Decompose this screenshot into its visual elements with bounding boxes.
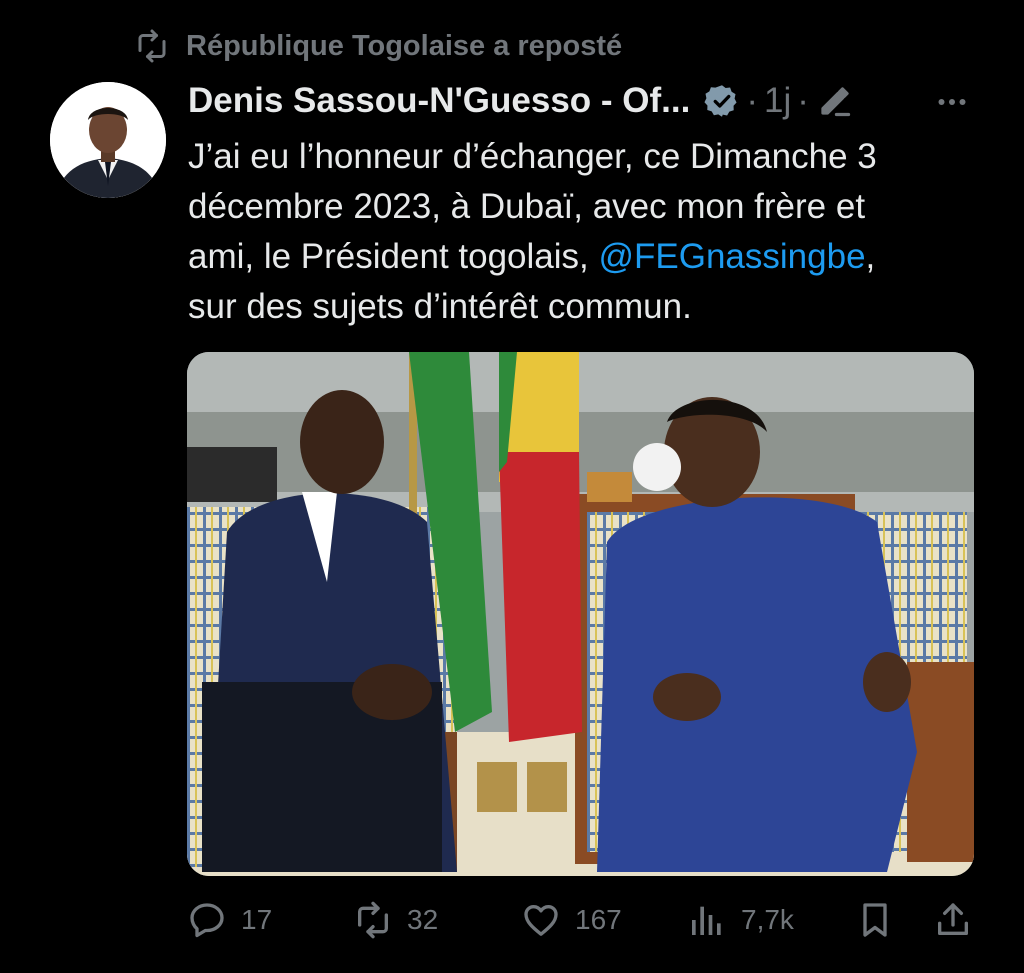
- repost-icon: [138, 29, 166, 63]
- tweet-photo[interactable]: [187, 352, 974, 876]
- tweet-text-line: décembre 2023, à Dubaï, avec mon frère e…: [188, 187, 866, 226]
- like-count: 167: [575, 904, 622, 935]
- repost-button[interactable]: 32: [353, 890, 438, 950]
- tweet-text: J’ai eu l’honneur d’échanger, ce Dimanch…: [188, 132, 988, 332]
- meta-separator: ·: [746, 81, 758, 120]
- repost-count: 32: [407, 904, 439, 935]
- tweet-text-line: ami, le Président togolais, @FEGnassingb…: [188, 232, 988, 282]
- action-bar: 17 32 167 7,7k: [187, 890, 977, 950]
- bookmark-icon: [863, 903, 887, 937]
- edit-icon[interactable]: [817, 83, 853, 119]
- more-icon[interactable]: [934, 84, 970, 120]
- tweet-text-fragment: ,: [865, 237, 876, 276]
- views-button[interactable]: 7,7k: [687, 890, 794, 950]
- tweet-text-line: sur des sujets d’intérêt commun.: [188, 287, 692, 326]
- views-icon: [692, 906, 721, 935]
- like-button[interactable]: 167: [521, 890, 622, 950]
- heart-icon: [524, 905, 558, 936]
- tweet-text-line: J’ai eu l’honneur d’échanger, ce Dimanch…: [188, 137, 877, 176]
- repost-banner-text: République Togolaise a reposté: [186, 29, 623, 62]
- share-button[interactable]: [933, 890, 973, 950]
- reply-icon: [190, 903, 224, 938]
- tweet-text-fragment: ami, le Président togolais,: [188, 237, 599, 276]
- tweet-header: Denis Sassou-N'Guesso - Of... · 1j ·: [188, 76, 988, 126]
- repost-banner[interactable]: République Togolaise a reposté: [134, 26, 622, 66]
- reply-button[interactable]: 17: [187, 890, 272, 950]
- verified-badge-icon[interactable]: [704, 83, 740, 119]
- share-icon: [938, 903, 968, 935]
- bookmark-button[interactable]: [855, 890, 895, 950]
- views-count: 7,7k: [741, 904, 794, 935]
- tweet-time[interactable]: 1j: [764, 81, 791, 121]
- avatar[interactable]: [50, 82, 166, 198]
- reply-count: 17: [241, 904, 273, 935]
- mention-link[interactable]: @FEGnassingbe: [598, 237, 865, 276]
- author-name[interactable]: Denis Sassou-N'Guesso - Of...: [188, 81, 690, 121]
- repost-icon: [358, 901, 388, 939]
- meta-separator-2: ·: [797, 81, 809, 120]
